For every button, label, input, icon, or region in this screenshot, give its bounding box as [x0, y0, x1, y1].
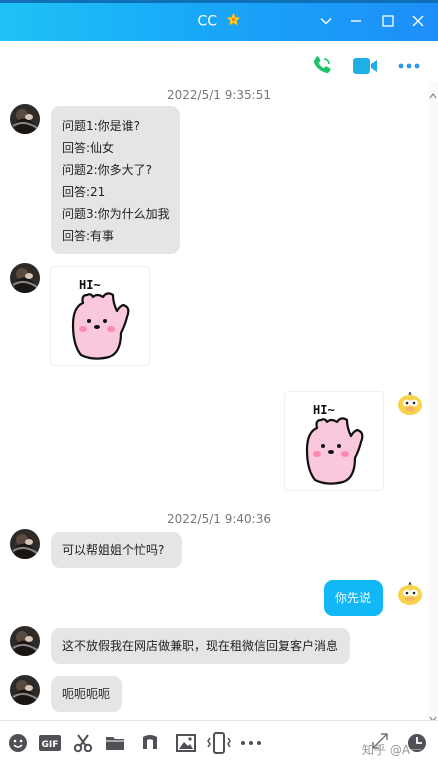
scroll-up-arrow-icon[interactable] [429, 85, 437, 99]
sticker-text: HI~ [313, 403, 335, 417]
avatar[interactable] [395, 577, 425, 607]
message-line: 问题3:你为什么加我 [62, 207, 170, 221]
message-line: 回答:有事 [62, 229, 115, 243]
scissors-icon[interactable] [72, 732, 94, 754]
input-toolbar: GIF 知乎 @A一 [0, 720, 438, 770]
chat-history[interactable]: 2022/5/1 9:35:51 问题1:你是谁? 回答:仙女 问题2:你多大了… [0, 82, 438, 720]
sticker-image[interactable]: HI~ [284, 391, 384, 491]
window-title: CC [0, 12, 438, 31]
gif-icon[interactable]: GIF [38, 732, 62, 754]
avatar[interactable] [10, 675, 40, 705]
message-bubble[interactable]: 这不放假我在网店做兼职，现在租微信回复客户消息 [51, 628, 350, 664]
minimize-button[interactable] [346, 11, 366, 31]
more-dots-icon[interactable] [240, 732, 262, 754]
timestamp: 2022/5/1 9:40:36 [167, 512, 271, 526]
more-dots-icon[interactable] [396, 53, 422, 79]
timestamp: 2022/5/1 9:35:51 [167, 88, 271, 102]
avatar[interactable] [395, 387, 425, 417]
message-line: 回答:仙女 [62, 141, 115, 155]
scroll-down-arrow-icon[interactable] [429, 708, 437, 722]
message-line: 可以帮姐姐个忙吗? [62, 543, 165, 557]
star-badge-icon [225, 12, 241, 31]
message-bubble[interactable]: 问题1:你是谁? 回答:仙女 问题2:你多大了? 回答:21 问题3:你为什么加… [51, 106, 180, 254]
chat-window: CC 2022/5/1 9:35:51 问题1:你是谁? 回答:仙女 问题2:你… [0, 0, 438, 770]
gif-label: GIF [42, 740, 59, 750]
phone-call-icon[interactable] [309, 53, 335, 79]
message-line: 问题1:你是谁? [62, 119, 141, 133]
video-call-icon[interactable] [352, 53, 378, 79]
message-line: 你先说 [335, 591, 372, 605]
chat-toolbar [0, 41, 438, 85]
watermark-text: 知乎 @A一 [362, 743, 423, 757]
phone-shake-icon[interactable] [206, 732, 232, 754]
image-icon[interactable] [175, 732, 197, 754]
message-line: 这不放假我在网店做兼职，现在租微信回复客户消息 [62, 639, 339, 653]
sticker-text: HI~ [79, 278, 101, 292]
message-line: 回答:21 [62, 185, 106, 199]
message-bubble[interactable]: 呃呃呃呃 [51, 676, 122, 712]
message-bubble[interactable]: 可以帮姐姐个忙吗? [51, 532, 182, 568]
avatar[interactable] [10, 529, 40, 559]
close-button[interactable] [408, 11, 428, 31]
message-line: 呃呃呃呃 [62, 687, 111, 701]
avatar[interactable] [10, 104, 40, 134]
avatar[interactable] [10, 626, 40, 656]
chevron-down-icon[interactable] [316, 11, 336, 31]
emoji-icon[interactable] [7, 732, 29, 754]
folder-icon[interactable] [104, 732, 126, 754]
title-bar-top-strip [0, 0, 438, 3]
avatar[interactable] [10, 263, 40, 293]
message-bubble-self[interactable]: 你先说 [324, 580, 383, 616]
music-note-icon[interactable] [139, 732, 161, 754]
message-line: 问题2:你多大了? [62, 163, 153, 177]
title-bar: CC [0, 0, 438, 41]
chat-scrollbar[interactable] [428, 82, 438, 722]
contact-name: CC [197, 13, 218, 30]
sticker-image[interactable]: HI~ [50, 266, 150, 366]
maximize-button[interactable] [378, 11, 398, 31]
